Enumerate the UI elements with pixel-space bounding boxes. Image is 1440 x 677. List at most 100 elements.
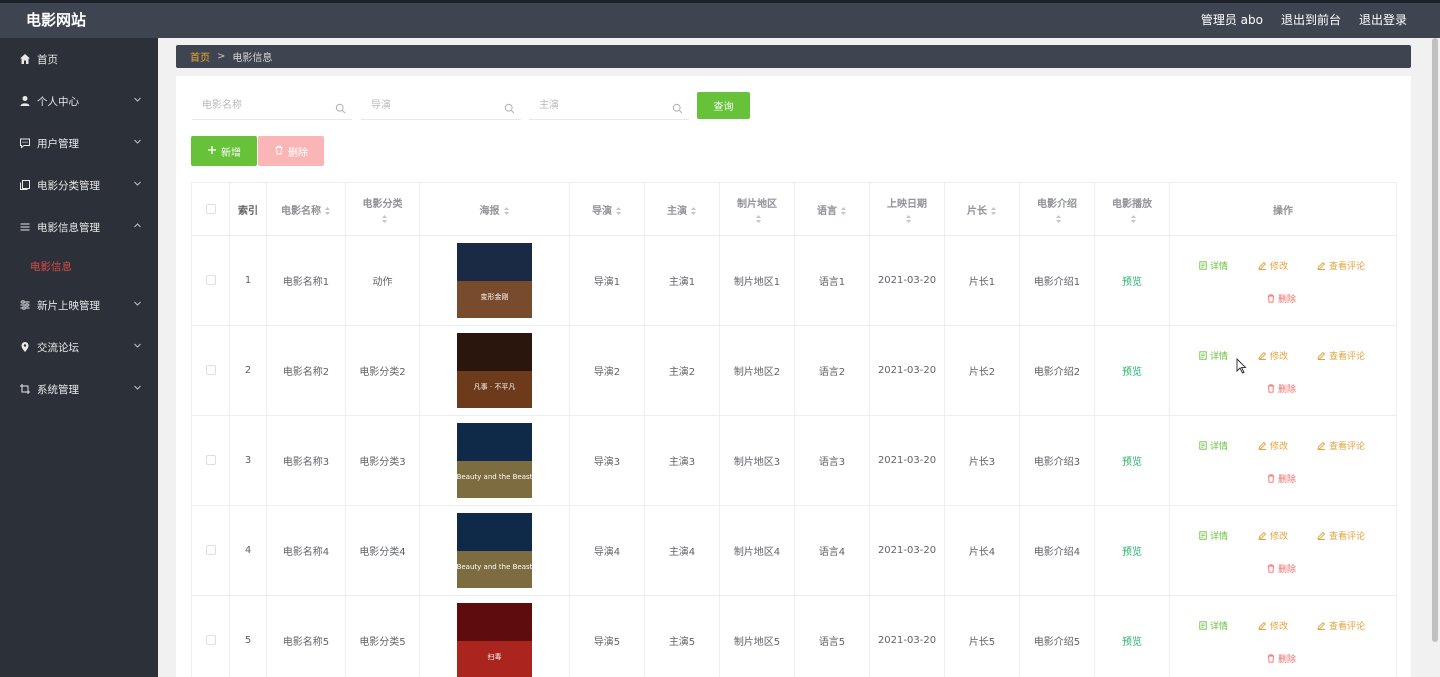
edit-button[interactable]: 修改 — [1258, 349, 1288, 362]
exit-to-frontend-link[interactable]: 退出到前台 — [1281, 11, 1341, 28]
row-checkbox[interactable] — [205, 635, 216, 645]
sort-icon[interactable] — [1130, 214, 1137, 224]
movie-name-input[interactable] — [192, 92, 352, 118]
delete-button[interactable]: 删除 — [258, 136, 324, 166]
sidebar-item-user-management[interactable]: 用户管理 — [0, 122, 158, 164]
sidebar-item-movie-info-management[interactable]: 电影信息管理 — [0, 206, 158, 248]
preview-link[interactable]: 预览 — [1122, 547, 1142, 558]
preview-link[interactable]: 预览 — [1122, 637, 1142, 648]
site-brand: 电影网站 — [26, 11, 87, 29]
query-button[interactable]: 查询 — [697, 92, 750, 119]
movie-poster-image[interactable]: Beauty and the Beast — [457, 423, 532, 498]
cell-date: 2021-03-20 — [869, 505, 945, 596]
sidebar-item-system-management[interactable]: 系统管理 — [0, 368, 158, 410]
edit-icon — [1258, 441, 1267, 450]
director-search — [361, 92, 521, 120]
header-intro[interactable]: 电影介绍 — [1019, 182, 1095, 236]
view-reviews-button[interactable]: 查看评论 — [1317, 529, 1365, 542]
row-checkbox[interactable] — [205, 455, 216, 465]
header-release-date[interactable]: 上映日期 — [869, 182, 945, 236]
edit-label: 修改 — [1270, 262, 1289, 272]
header-director[interactable]: 导演 — [569, 182, 645, 236]
cell-play: 预览 — [1094, 325, 1170, 416]
movie-poster-image[interactable]: 凡事 · 不平凡 — [457, 333, 532, 408]
view-reviews-label: 查看评论 — [1329, 442, 1366, 452]
add-button[interactable]: 新增 — [191, 136, 257, 166]
preview-link[interactable]: 预览 — [1122, 367, 1142, 378]
row-select-cell[interactable] — [191, 595, 230, 677]
cell-play: 预览 — [1094, 235, 1170, 326]
sidebar-subitem-movie-info[interactable]: 电影信息 — [0, 248, 158, 284]
row-delete-button[interactable]: 删除 — [1267, 472, 1296, 485]
sort-icon[interactable] — [615, 206, 622, 216]
preview-link[interactable]: 预览 — [1122, 277, 1142, 288]
table-row: 2 电影名称2 电影分类2 凡事 · 不平凡 导演2 主演2 制片地区2 语言2 2021-03… — [191, 325, 1397, 416]
actor-input[interactable] — [529, 92, 689, 118]
admin-user-link[interactable]: 管理员 abo — [1201, 11, 1263, 28]
edit-icon — [1317, 261, 1326, 270]
scrollbar[interactable] — [1430, 38, 1440, 677]
row-select-cell[interactable] — [191, 325, 230, 416]
row-delete-button[interactable]: 删除 — [1267, 382, 1296, 395]
detail-button[interactable]: 详情 — [1199, 529, 1228, 542]
preview-link[interactable]: 预览 — [1122, 457, 1142, 468]
sort-icon[interactable] — [990, 206, 997, 216]
header-select-all[interactable] — [191, 182, 230, 236]
breadcrumb-home[interactable]: 首页 — [190, 49, 210, 64]
header-actor[interactable]: 主演 — [644, 182, 720, 236]
header-poster[interactable]: 海报 — [419, 182, 570, 236]
sidebar-item-new-release-management[interactable]: 新片上映管理 — [0, 284, 158, 326]
sidebar-item-category-management[interactable]: 电影分类管理 — [0, 164, 158, 206]
cell-name: 电影名称4 — [266, 505, 346, 596]
document-icon — [1199, 351, 1207, 360]
edit-button[interactable]: 修改 — [1258, 529, 1288, 542]
view-reviews-button[interactable]: 查看评论 — [1317, 439, 1365, 452]
row-delete-button[interactable]: 删除 — [1267, 652, 1296, 665]
header-movie-name[interactable]: 电影名称 — [266, 182, 346, 236]
detail-button[interactable]: 详情 — [1199, 349, 1228, 362]
edit-button[interactable]: 修改 — [1258, 259, 1288, 272]
row-select-cell[interactable] — [191, 235, 230, 326]
header-category[interactable]: 电影分类 — [345, 182, 420, 236]
row-delete-button[interactable]: 删除 — [1267, 292, 1296, 305]
view-reviews-button[interactable]: 查看评论 — [1317, 259, 1365, 272]
row-delete-button[interactable]: 删除 — [1267, 562, 1296, 575]
sort-icon[interactable] — [1055, 214, 1062, 224]
sidebar-item-forum[interactable]: 交流论坛 — [0, 326, 158, 368]
sidebar-item-personal-center[interactable]: 个人中心 — [0, 80, 158, 122]
sidebar-item-home[interactable]: 首页 — [0, 38, 158, 80]
header-play[interactable]: 电影播放 — [1094, 182, 1170, 236]
movie-poster-image[interactable]: 扫毒 — [457, 603, 532, 677]
detail-button[interactable]: 详情 — [1199, 259, 1228, 272]
sort-icon[interactable] — [840, 206, 847, 216]
cell-date: 2021-03-20 — [869, 235, 945, 326]
sort-icon[interactable] — [755, 214, 762, 224]
row-select-cell[interactable] — [191, 415, 230, 506]
header-language[interactable]: 语言 — [794, 182, 870, 236]
sort-icon[interactable] — [690, 206, 697, 216]
view-reviews-button[interactable]: 查看评论 — [1317, 619, 1365, 632]
detail-button[interactable]: 详情 — [1199, 619, 1228, 632]
detail-button[interactable]: 详情 — [1199, 439, 1228, 452]
logout-link[interactable]: 退出登录 — [1359, 11, 1407, 28]
row-select-cell[interactable] — [191, 505, 230, 596]
cell-category: 电影分类5 — [345, 595, 420, 677]
sort-icon[interactable] — [905, 214, 912, 224]
cell-length: 片长3 — [944, 415, 1020, 506]
edit-button[interactable]: 修改 — [1258, 439, 1288, 452]
view-reviews-button[interactable]: 查看评论 — [1317, 349, 1365, 362]
sort-icon[interactable] — [324, 206, 331, 216]
movie-poster-image[interactable]: 变形金刚 — [457, 243, 532, 318]
row-checkbox[interactable] — [205, 275, 216, 285]
select-all-checkbox[interactable] — [205, 203, 216, 214]
header-length[interactable]: 片长 — [944, 182, 1020, 236]
row-checkbox[interactable] — [205, 365, 216, 375]
movie-poster-image[interactable]: Beauty and the Beast — [457, 513, 532, 588]
scrollbar-thumb[interactable] — [1432, 38, 1438, 642]
director-input[interactable] — [361, 92, 521, 118]
header-region[interactable]: 制片地区 — [719, 182, 795, 236]
sort-icon[interactable] — [381, 214, 388, 224]
sort-icon[interactable] — [503, 206, 510, 216]
edit-button[interactable]: 修改 — [1258, 619, 1288, 632]
row-checkbox[interactable] — [205, 545, 216, 555]
